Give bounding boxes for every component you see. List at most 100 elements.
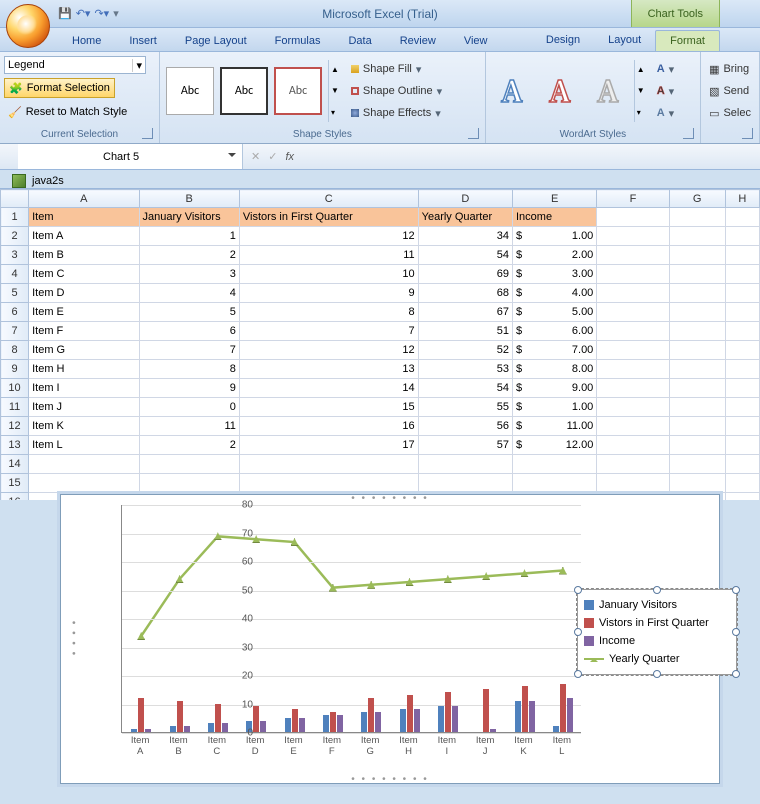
row-header[interactable]: 7 [1,322,29,341]
cell[interactable]: 7 [139,341,239,360]
cell[interactable]: 11 [139,417,239,436]
cell[interactable]: 51 [418,322,512,341]
tab-home[interactable]: Home [58,31,115,51]
shape-style-2[interactable]: Abc [220,67,268,115]
cell[interactable]: 16 [239,417,418,436]
bar-income[interactable] [222,723,228,732]
cell[interactable]: $9.00 [512,379,596,398]
text-fill-button[interactable]: A▾ [653,59,678,79]
selection-pane-button[interactable]: ▭Selec [705,103,755,123]
cell[interactable]: 3 [139,265,239,284]
tab-insert[interactable]: Insert [115,31,171,51]
cell[interactable]: 67 [418,303,512,322]
cell[interactable]: Item B [29,246,139,265]
row-header[interactable]: 1 [1,208,29,227]
more-icon[interactable]: ▾ [637,108,645,117]
name-box[interactable]: Chart 5 [18,144,243,169]
bar-january-visitors[interactable] [553,726,559,732]
cell[interactable]: Item E [29,303,139,322]
cell[interactable]: Item J [29,398,139,417]
row-header[interactable]: 6 [1,303,29,322]
col-header[interactable]: F [597,190,669,208]
col-header[interactable]: H [725,190,759,208]
office-button[interactable] [6,4,50,48]
tab-data[interactable]: Data [334,31,385,51]
col-header[interactable]: G [669,190,725,208]
chevron-down-icon[interactable]: ▼ [331,86,339,95]
cell[interactable]: 2 [139,246,239,265]
chart-plot-area[interactable] [121,505,581,733]
reset-style-button[interactable]: 🧹Reset to Match Style [4,102,131,122]
cell[interactable]: 34 [418,227,512,246]
bar-income[interactable] [375,712,381,732]
bar-january-visitors[interactable] [285,718,291,732]
cell[interactable]: 8 [239,303,418,322]
cell[interactable]: 57 [418,436,512,455]
tab-view[interactable]: View [450,31,502,51]
cell[interactable]: Item I [29,379,139,398]
embedded-chart[interactable]: • • • • • • • • • • • • • • • • • • • • … [60,494,720,784]
bar-vistors-in-first-quarter[interactable] [138,698,144,732]
chevron-up-icon[interactable]: ▲ [637,65,645,74]
legend-item[interactable]: Income [584,632,730,650]
send-backward-button[interactable]: ▧Send [705,81,755,101]
cell[interactable]: 7 [239,322,418,341]
cell[interactable]: 14 [239,379,418,398]
row-header[interactable]: 10 [1,379,29,398]
bar-income[interactable] [145,729,151,732]
cell[interactable]: Item F [29,322,139,341]
cell[interactable]: 52 [418,341,512,360]
cell[interactable]: 10 [239,265,418,284]
line-series[interactable] [141,536,563,636]
row-header[interactable]: 11 [1,398,29,417]
qat-more-icon[interactable]: ▾ [113,7,119,20]
legend-item[interactable]: January Visitors [584,596,730,614]
cancel-icon[interactable]: ✕ [251,150,260,163]
shape-effects-button[interactable]: Shape Effects▾ [347,103,446,123]
bar-vistors-in-first-quarter[interactable] [483,689,489,732]
text-effects-button[interactable]: A▾ [653,103,678,123]
bar-january-visitors[interactable] [131,729,137,732]
cell[interactable]: 15 [239,398,418,417]
shape-outline-button[interactable]: Shape Outline▾ [347,81,446,101]
cell[interactable]: $1.00 [512,398,596,417]
cell[interactable]: Item C [29,265,139,284]
bar-vistors-in-first-quarter[interactable] [522,686,528,732]
bar-income[interactable] [567,698,573,732]
header-cell[interactable]: Income [512,208,596,227]
chevron-down-icon[interactable]: ▼ [637,86,645,95]
bar-vistors-in-first-quarter[interactable] [215,704,221,733]
header-cell[interactable]: Vistors in First Quarter [239,208,418,227]
bar-vistors-in-first-quarter[interactable] [330,712,336,732]
cell[interactable]: 54 [418,379,512,398]
cell[interactable]: 12 [239,341,418,360]
row-header[interactable]: 16 [1,493,29,501]
bar-vistors-in-first-quarter[interactable] [445,692,451,732]
chart-legend[interactable]: January VisitorsVistors in First Quarter… [577,589,737,675]
shape-style-3[interactable]: Abc [274,67,322,115]
cell[interactable]: 55 [418,398,512,417]
cell[interactable]: $8.00 [512,360,596,379]
col-header[interactable]: E [512,190,596,208]
cell[interactable]: 5 [139,303,239,322]
bar-vistors-in-first-quarter[interactable] [407,695,413,732]
bar-january-visitors[interactable] [400,709,406,732]
row-header[interactable]: 8 [1,341,29,360]
row-header[interactable]: 9 [1,360,29,379]
more-styles-icon[interactable]: ▾ [331,108,339,117]
cell[interactable]: 9 [139,379,239,398]
cell[interactable]: Item D [29,284,139,303]
cell[interactable]: Item G [29,341,139,360]
row-header[interactable]: 12 [1,417,29,436]
bar-january-visitors[interactable] [170,726,176,732]
cell[interactable]: Item L [29,436,139,455]
bar-vistors-in-first-quarter[interactable] [292,709,298,732]
cell[interactable]: $11.00 [512,417,596,436]
wordart-style-2[interactable]: A [538,67,582,115]
redo-icon[interactable]: ↷▾ [94,7,109,20]
legend-item[interactable]: Yearly Quarter [584,650,730,668]
col-header[interactable]: B [139,190,239,208]
wordart-style-1[interactable]: A [490,67,534,115]
bar-income[interactable] [337,715,343,732]
fx-icon[interactable]: fx [285,151,294,163]
